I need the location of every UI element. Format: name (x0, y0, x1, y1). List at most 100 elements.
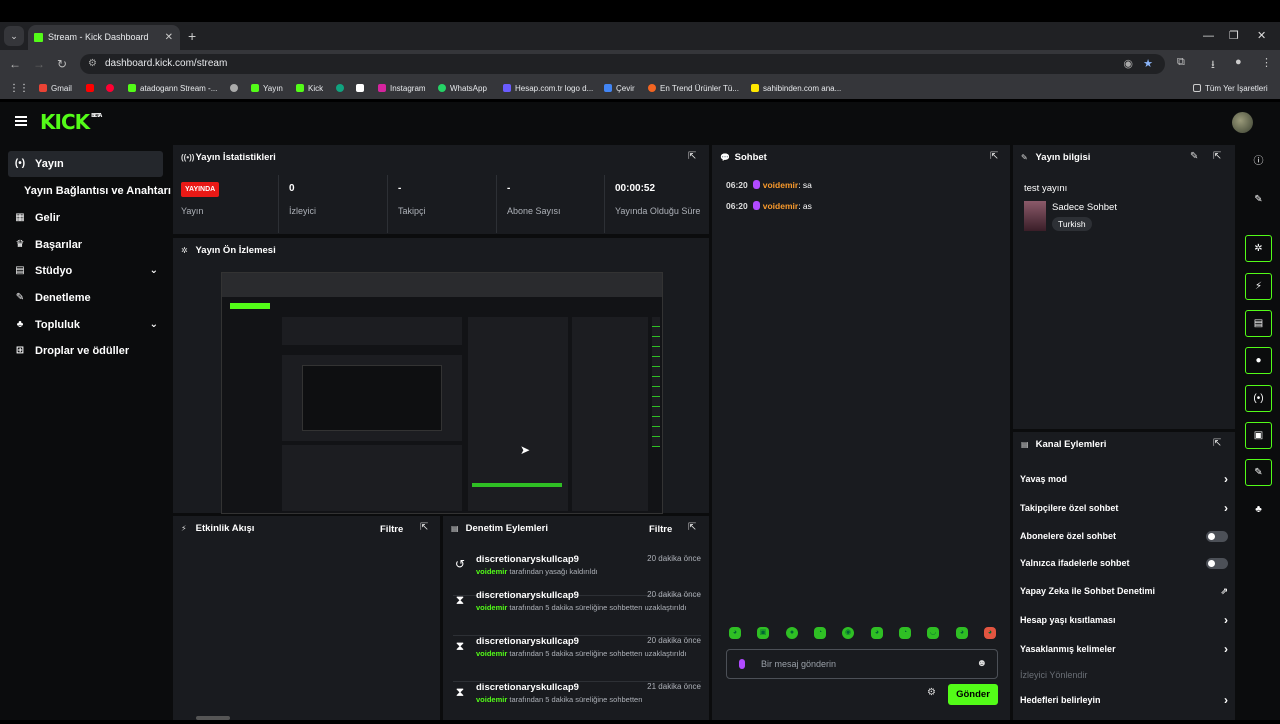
eye-off-icon[interactable]: ◉ (1123, 54, 1133, 74)
action-set-goals[interactable]: Hedefleri belirleyin › (1020, 689, 1228, 711)
wrench-icon[interactable]: ✎ (1245, 459, 1272, 486)
sidebar-item-topluluk[interactable]: ♣ Topluluk ⌄ (8, 312, 163, 338)
restore-button[interactable]: ❐ (1229, 25, 1239, 47)
chevron-down-icon: ⌄ (149, 319, 158, 330)
popout-icon[interactable]: ⇱ (1213, 438, 1221, 449)
popout-icon[interactable]: ⇱ (688, 522, 696, 533)
microphone-icon[interactable] (739, 659, 745, 669)
action-banned-words[interactable]: Yasaklanmış kelimeler › (1020, 638, 1228, 660)
chat-input[interactable]: Bir mesaj gönderin ☻ (726, 649, 998, 679)
tab-search-button[interactable]: ⌄ (4, 26, 24, 46)
address-bar[interactable]: ⚙ dashboard.kick.com/stream ◉ ★ (80, 54, 1165, 74)
all-bookmarks[interactable]: Tüm Yer İşaretleri (1193, 78, 1268, 99)
bookmark-instagram[interactable]: Instagram (378, 78, 426, 99)
browser-tab[interactable]: Stream - Kick Dashboard ✕ (28, 25, 180, 50)
emote-icon[interactable]: ◡ (927, 627, 939, 639)
emote-icon[interactable]: ◔ (814, 627, 826, 639)
bookmark-atadogann[interactable]: atadogann Stream -... (128, 78, 217, 99)
sidebar-item-studyo[interactable]: ▤ Stüdyo ⌄ (8, 258, 163, 284)
activity-feed-panel: ⚡ Etkinlik Akışı Filtre ⇱ (173, 516, 440, 720)
new-tab-button[interactable]: + (188, 25, 196, 47)
broadcast-icon[interactable]: (•) (1245, 385, 1272, 412)
badge-icon (752, 180, 760, 189)
emote-icon[interactable]: ▣ (757, 627, 769, 639)
action-ai-moderation[interactable]: Yapay Zeka ile Sohbet Denetimi ⇗ (1020, 580, 1228, 602)
user-avatar[interactable] (1232, 112, 1253, 133)
bookmark-kick[interactable]: Kick (296, 78, 323, 99)
forward-icon[interactable]: → (33, 56, 45, 72)
emote-icon[interactable]: ◔ (899, 627, 911, 639)
bookmark-star-icon[interactable]: ★ (1143, 54, 1153, 74)
sidebar-item-droplar[interactable]: ⊞ Droplar ve ödüller (8, 338, 163, 364)
lightning-icon[interactable]: ⚡ (1245, 273, 1272, 300)
horizontal-scrollbar[interactable] (196, 716, 230, 720)
preview-emotes (472, 483, 562, 487)
bookmark-gmail[interactable]: Gmail (39, 78, 72, 99)
x-bookmark-icon[interactable] (356, 78, 368, 99)
edit-icon[interactable]: ✎ (1245, 187, 1272, 214)
sidebar-item-gelir[interactable]: ▦ Gelir (8, 205, 163, 231)
chatgpt-bookmark-icon[interactable] (336, 78, 348, 99)
popout-icon[interactable]: ⇱ (1213, 151, 1221, 162)
emote-icon[interactable]: ◕ (871, 627, 883, 639)
minimize-button[interactable]: — (1203, 25, 1214, 47)
bookmark-cevir[interactable]: Çevir (604, 78, 635, 99)
community-icon[interactable]: ♣ (1245, 497, 1272, 524)
sidebar-item-yayin[interactable]: (•) Yayın (8, 151, 163, 177)
preview-browser-chrome (222, 273, 662, 297)
menu-icon[interactable]: ⋮ (1261, 56, 1272, 69)
action-slow-mode[interactable]: Yavaş mod › (1020, 468, 1228, 490)
toggle-switch[interactable] (1206, 558, 1228, 569)
download-icon[interactable]: ⭳ (1211, 56, 1215, 75)
close-window-button[interactable]: ✕ (1257, 25, 1266, 47)
tab-title: Stream - Kick Dashboard (48, 32, 149, 42)
action-account-age[interactable]: Hesap yaşı kısıtlaması › (1020, 609, 1228, 631)
extensions-icon[interactable]: ⧉ (1177, 56, 1185, 69)
music-bookmark-icon[interactable] (106, 78, 118, 99)
toggle-switch[interactable] (1206, 531, 1228, 542)
chat-icon[interactable]: ● (1245, 347, 1272, 374)
preview-toggle-icon[interactable]: ✲ (1245, 235, 1272, 262)
stream-preview-video[interactable]: ➤ (221, 272, 663, 514)
profile-icon[interactable]: ● (1235, 56, 1242, 68)
bookmark-trend[interactable]: En Trend Ürünler Tü... (648, 78, 739, 99)
emote-icon[interactable]: ◕ (956, 627, 968, 639)
filter-button[interactable]: Filtre (649, 524, 672, 535)
popout-icon[interactable]: ⇱ (688, 151, 696, 162)
youtube-bookmark-icon[interactable] (86, 78, 98, 99)
globe-bookmark-icon[interactable] (230, 78, 242, 99)
emote-icon[interactable]: ◉ (842, 627, 854, 639)
hamburger-menu-icon[interactable] (15, 116, 27, 126)
kick-logo[interactable]: KICK BETA (40, 110, 102, 134)
panel-title: ⚡ Etkinlik Akışı (181, 523, 255, 534)
info-icon[interactable]: ⓘ (1245, 149, 1272, 176)
emote-icon[interactable]: ◕ (984, 627, 996, 639)
action-followers-only[interactable]: Takipçilere özel sohbet › (1020, 497, 1228, 519)
popout-icon[interactable]: ⇱ (420, 522, 428, 533)
emote-icon[interactable]: ● (786, 627, 798, 639)
chat-settings-icon[interactable]: ⚙ (927, 687, 936, 698)
popout-icon[interactable]: ⇱ (990, 151, 998, 162)
sidebar-item-stream-key[interactable]: Yayın Bağlantısı ve Anahtarı (8, 178, 174, 204)
bookmark-yayin[interactable]: Yayın (251, 78, 283, 99)
document-icon[interactable]: ▤ (1245, 310, 1272, 337)
back-icon[interactable]: ← (9, 56, 21, 72)
category-name[interactable]: Sadece Sohbet (1052, 202, 1117, 213)
sidebar-item-basarilar[interactable]: ♛ Başarılar (8, 232, 163, 258)
sidebar-item-denetleme[interactable]: ✎ Denetleme (8, 285, 163, 311)
bookmark-sahibinden[interactable]: sahibinden.com ana... (751, 78, 841, 99)
stat-label: İzleyici (289, 206, 317, 216)
moderation-panel: ▤ Denetim Eylemleri Filtre ⇱ ↺ discretio… (443, 516, 709, 720)
apps-icon[interactable]: ⋮⋮ (9, 78, 29, 99)
bookmark-whatsapp[interactable]: WhatsApp (438, 78, 487, 99)
edit-icon[interactable]: ✎ (1190, 151, 1198, 162)
emoji-icon[interactable]: ☻ (976, 650, 987, 678)
emote-icon[interactable]: ◕ (729, 627, 741, 639)
filter-button[interactable]: Filtre (380, 524, 403, 535)
reload-icon[interactable]: ↻ (57, 56, 67, 72)
close-tab-icon[interactable]: ✕ (165, 25, 173, 50)
site-info-icon[interactable]: ⚙ (88, 54, 97, 74)
actions-icon[interactable]: ▣ (1245, 422, 1272, 449)
bookmark-hesap[interactable]: Hesap.com.tr logo d... (503, 78, 593, 99)
send-button[interactable]: Gönder (948, 684, 998, 705)
